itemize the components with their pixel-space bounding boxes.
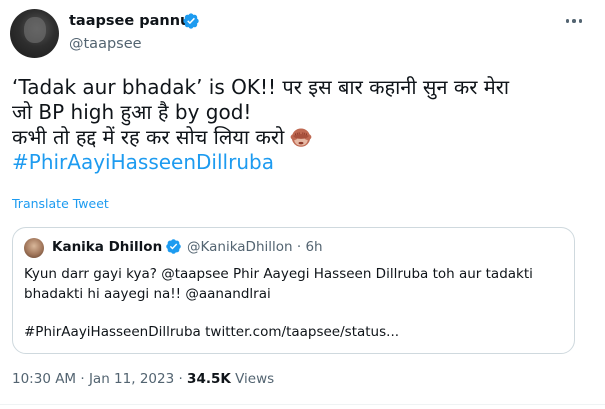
tweet-meta: 10:30 AM · Jan 11, 2023 · 34.5K Views — [12, 371, 274, 387]
quoted-author-avatar — [24, 238, 44, 258]
quoted-text-line: bhadakti hi aayegi na!! @aanandlrai — [24, 286, 271, 302]
tweet-text-segment: कभी तो हद्द में रह कर सोच लिया करो — [12, 125, 285, 149]
quoted-author-handle-time: @KanikaDhillon · 6h — [187, 239, 323, 255]
author-display-name[interactable]: taapsee pannu — [69, 13, 190, 29]
quoted-author-display-name: Kanika Dhillon — [52, 239, 163, 255]
hashtag-link[interactable]: #PhirAayiHasseenDillruba — [12, 150, 592, 175]
verified-badge-icon — [183, 13, 199, 29]
author-avatar[interactable] — [10, 9, 59, 58]
quoted-tweet-text: Kyun darr gayi kya? @taapsee Phir Aayegi… — [24, 264, 564, 342]
see-no-evil-monkey-icon — [290, 128, 312, 147]
tweet-text: ‘Tadak aur bhadak’ is OK!! पर इस बार कहा… — [12, 75, 592, 175]
tweet-card: taapsee pannu @taapsee ‘Tadak aur bhadak… — [0, 0, 605, 409]
more-options-icon[interactable] — [563, 12, 585, 30]
views-label: Views — [230, 371, 275, 387]
divider — [0, 404, 605, 405]
translate-tweet-link[interactable]: Translate Tweet — [12, 196, 109, 211]
verified-badge-icon — [166, 239, 181, 254]
quoted-text-line: Kyun darr gayi kya? @taapsee Phir Aayegi… — [24, 266, 533, 282]
quoted-tweet[interactable]: Kanika Dhillon @KanikaDhillon · 6h Kyun … — [12, 227, 575, 354]
views-count: 34.5K — [187, 371, 231, 387]
tweet-text-line: जो BP high हुआ है by god! — [12, 100, 252, 124]
tweet-text-line: ‘Tadak aur bhadak’ is OK!! पर इस बार कहा… — [12, 75, 510, 99]
author-handle[interactable]: @taapsee — [69, 36, 142, 52]
tweet-timestamp[interactable]: 10:30 AM · Jan 11, 2023 · — [12, 371, 187, 387]
quoted-text-line: #PhirAayiHasseenDillruba twitter.com/taa… — [24, 324, 400, 340]
tweet-text-line: कभी तो हद्द में रह कर सोच लिया करो — [12, 125, 592, 150]
